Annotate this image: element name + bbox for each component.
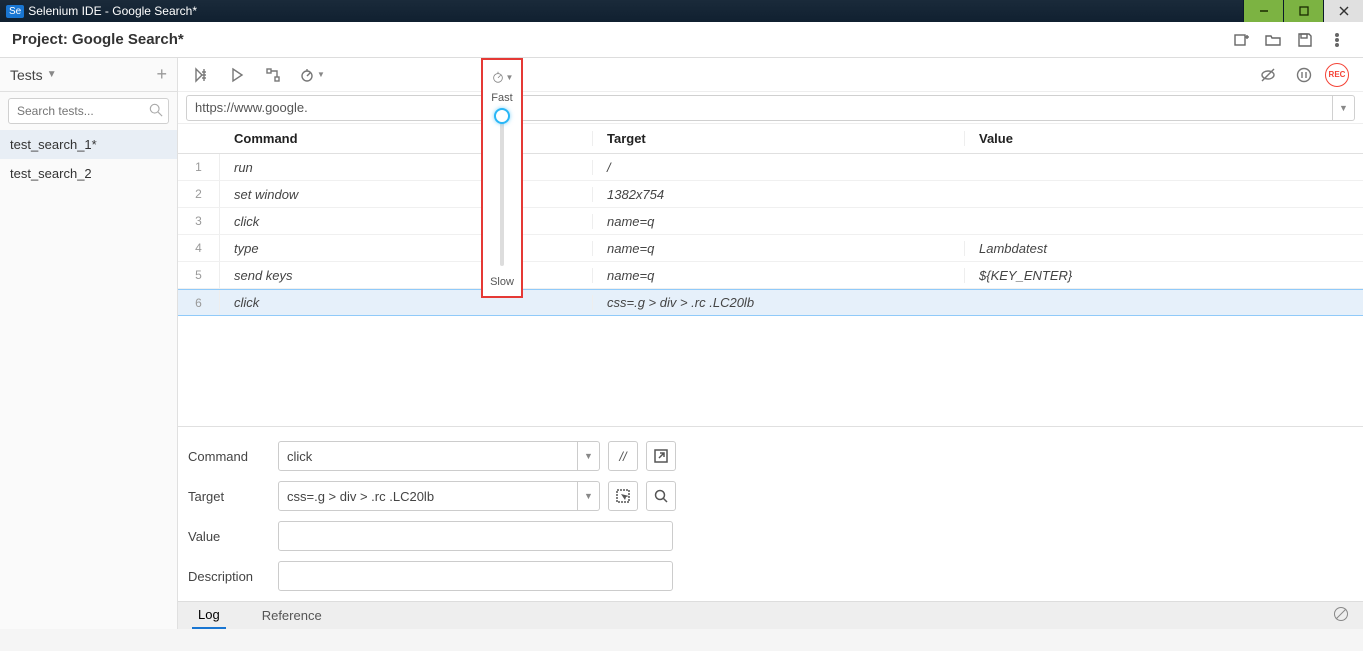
find-target-button[interactable] [646, 481, 676, 511]
tests-list: test_search_1* test_search_2 [0, 130, 177, 629]
tab-log[interactable]: Log [192, 602, 226, 629]
header-target: Target [592, 131, 964, 146]
tests-dropdown[interactable]: Tests [10, 67, 43, 83]
command-dropdown[interactable]: ▼ [578, 441, 600, 471]
pause-button[interactable] [1289, 62, 1319, 88]
description-field-label: Description [188, 569, 278, 584]
target-field-label: Target [188, 489, 278, 504]
command-grid: 1run/ 2set window1382x754 3clickname=q 4… [178, 154, 1363, 426]
sidebar: Tests ▼ + test_search_1* test_search_2 [0, 58, 178, 629]
grid-row[interactable]: 1run/ [178, 154, 1363, 181]
content: ▼ REC ▼ Fast Slow ▼ Command Target Va [178, 58, 1363, 629]
select-target-button[interactable] [608, 481, 638, 511]
record-button[interactable]: REC [1325, 63, 1349, 87]
grid-row[interactable]: 3clickname=q [178, 208, 1363, 235]
grid-header: Command Target Value [178, 124, 1363, 154]
command-field[interactable] [278, 441, 578, 471]
base-url-input[interactable] [186, 95, 1333, 121]
grid-row[interactable]: 2set window1382x754 [178, 181, 1363, 208]
value-field[interactable] [278, 521, 673, 551]
speed-slider-thumb[interactable] [494, 108, 510, 124]
command-field-label: Command [188, 449, 278, 464]
speed-fast-label: Fast [491, 92, 512, 104]
base-url-dropdown[interactable]: ▼ [1333, 95, 1355, 121]
save-project-button[interactable] [1291, 26, 1319, 54]
tab-reference[interactable]: Reference [256, 603, 328, 628]
speed-icon: ▼ [487, 66, 517, 88]
header-value: Value [964, 131, 1363, 146]
run-button[interactable] [222, 62, 252, 88]
project-label: Project: Google Search* [12, 31, 184, 48]
chevron-down-icon: ▼ [47, 69, 57, 80]
close-button[interactable] [1323, 0, 1363, 22]
grid-row[interactable]: 5send keysname=q${KEY_ENTER} [178, 262, 1363, 289]
maximize-button[interactable] [1283, 0, 1323, 22]
search-icon [149, 103, 163, 120]
test-item[interactable]: test_search_2 [0, 159, 177, 188]
speed-slider-popup: ▼ Fast Slow [481, 58, 523, 298]
window-title: Selenium IDE - Google Search* [28, 4, 1243, 18]
toggle-comment-button[interactable]: // [608, 441, 638, 471]
project-bar: Project: Google Search* [0, 22, 1363, 58]
more-menu-button[interactable] [1323, 26, 1351, 54]
speed-control-button[interactable]: ▼ [294, 62, 330, 88]
grid-row[interactable]: 4typename=qLambdatest [178, 235, 1363, 262]
test-item[interactable]: test_search_1* [0, 130, 177, 159]
sidebar-header: Tests ▼ + [0, 58, 177, 92]
window-title-bar: Se Selenium IDE - Google Search* [0, 0, 1363, 22]
disable-breakpoints-button[interactable] [1253, 62, 1283, 88]
grid-row[interactable]: 6clickcss=.g > div > .rc .LC20lb [178, 289, 1363, 316]
speed-slow-label: Slow [490, 276, 514, 288]
speed-slider[interactable] [500, 110, 504, 266]
minimize-button[interactable] [1243, 0, 1283, 22]
header-command: Command [220, 131, 592, 146]
add-test-button[interactable]: + [156, 64, 167, 85]
description-field[interactable] [278, 561, 673, 591]
target-dropdown[interactable]: ▼ [578, 481, 600, 511]
run-all-button[interactable] [186, 62, 216, 88]
open-new-window-button[interactable] [646, 441, 676, 471]
open-project-button[interactable] [1259, 26, 1287, 54]
clear-log-button[interactable] [1333, 606, 1349, 625]
toolbar: ▼ REC ▼ Fast Slow [178, 58, 1363, 92]
step-button[interactable] [258, 62, 288, 88]
log-bar: Log Reference [178, 601, 1363, 629]
new-project-button[interactable] [1227, 26, 1255, 54]
value-field-label: Value [188, 529, 278, 544]
target-field[interactable] [278, 481, 578, 511]
command-editor: Command ▼ // Target ▼ Value Description [178, 426, 1363, 601]
tests-search-input[interactable] [8, 98, 169, 124]
app-logo: Se [6, 5, 24, 18]
